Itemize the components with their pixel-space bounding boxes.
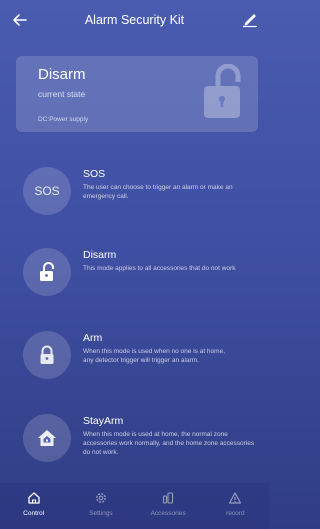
current-state-value: Disarm bbox=[38, 66, 86, 83]
tab-accessories[interactable]: Accessories bbox=[135, 483, 202, 529]
mode-disarm[interactable]: Disarm This mode applies to all accessor… bbox=[0, 248, 269, 308]
pencil-icon[interactable] bbox=[241, 10, 259, 28]
lock-icon bbox=[23, 331, 71, 379]
tab-settings[interactable]: Settings bbox=[67, 483, 134, 529]
unlock-glyph bbox=[40, 262, 54, 281]
tab-label: Accessories bbox=[150, 510, 186, 517]
mode-description: The user can choose to trigger an alarm … bbox=[83, 184, 233, 200]
mode-description: When this mode is used when no one is at… bbox=[83, 348, 225, 364]
tab-label: Control bbox=[23, 510, 45, 517]
mode-description: This mode applies to all accessories tha… bbox=[83, 265, 236, 272]
home-shield-icon bbox=[23, 414, 71, 462]
devices-icon bbox=[163, 492, 174, 504]
tab-label: record bbox=[226, 510, 245, 517]
mode-stayarm[interactable]: StayArm When this mode is used at home, … bbox=[0, 414, 269, 474]
warning-icon bbox=[229, 492, 242, 504]
home-glyph bbox=[38, 430, 56, 446]
app-header: Alarm Security Kit bbox=[0, 0, 269, 42]
lock-glyph bbox=[40, 345, 54, 364]
mode-title: StayArm bbox=[83, 415, 124, 427]
bottom-tab-bar: Control Settings Accessories record bbox=[0, 483, 269, 529]
mode-sos[interactable]: SOS SOS The user can choose to trigger a… bbox=[0, 167, 269, 227]
gear-icon bbox=[96, 493, 106, 503]
mode-title: Arm bbox=[83, 332, 103, 344]
tab-control[interactable]: Control bbox=[0, 483, 67, 529]
sos-icon: SOS bbox=[23, 167, 71, 215]
status-card: Disarm current state DC:Power supply bbox=[16, 56, 258, 132]
tab-record[interactable]: record bbox=[202, 483, 269, 529]
mode-title: Disarm bbox=[83, 249, 117, 261]
tab-label: Settings bbox=[89, 510, 113, 517]
mode-arm[interactable]: Arm When this mode is used when no one i… bbox=[0, 331, 269, 391]
page-title: Alarm Security Kit bbox=[84, 13, 185, 27]
mode-title: SOS bbox=[83, 168, 106, 180]
home-icon bbox=[27, 492, 40, 504]
unlocked-padlock-icon bbox=[204, 64, 241, 118]
mode-description: When this mode is used at home, the norm… bbox=[83, 431, 255, 456]
unlock-icon bbox=[23, 248, 71, 296]
power-supply-label: DC:Power supply bbox=[38, 116, 89, 123]
current-state-caption: current state bbox=[38, 89, 86, 99]
